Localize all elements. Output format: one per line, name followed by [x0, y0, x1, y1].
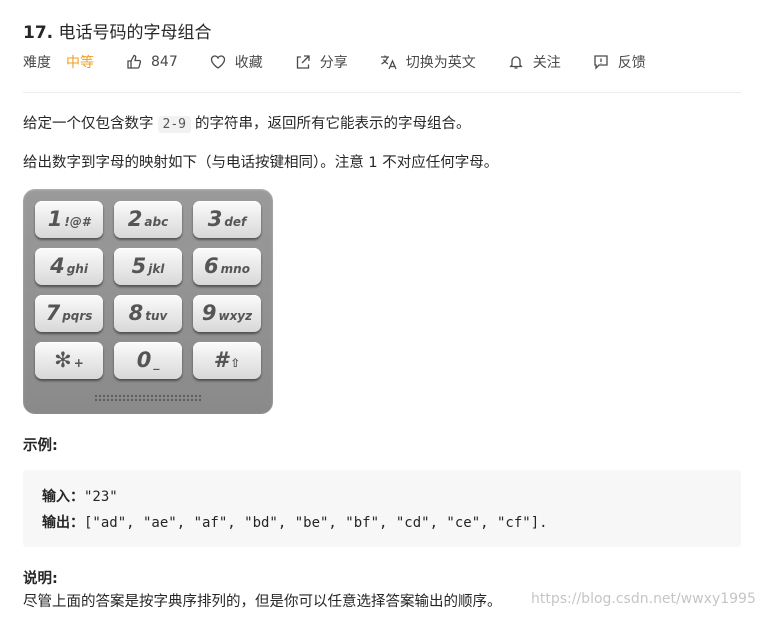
keypad-key-digit: 0: [136, 348, 152, 372]
keypad-key: ✻ +: [35, 342, 103, 379]
keypad-key-letters: def: [224, 215, 247, 229]
note-text: 尽管上面的答案是按字典序排列的，但是你可以任意选择答案输出的顺序。: [23, 594, 502, 610]
keypad-key-letters: jkl: [148, 262, 165, 276]
translate-icon: [380, 55, 397, 70]
like-button[interactable]: 847: [126, 54, 178, 70]
example-heading: 示例:: [23, 438, 58, 454]
example-output-line: 输出：["ad", "ae", "af", "bd", "be", "bf", …: [42, 512, 548, 532]
problem-number: 17.: [23, 23, 54, 43]
keypad-key: 6 mno: [193, 248, 261, 285]
keypad-key-digit: 8: [128, 301, 144, 325]
note-heading: 说明:: [23, 571, 58, 587]
keypad-key-digit: 1: [47, 207, 63, 231]
keypad-key: 9 wxyz: [193, 295, 261, 332]
keypad-key-letters: abc: [144, 215, 169, 229]
feedback-label: 反馈: [617, 55, 646, 71]
switch-language-label: 切换为英文: [405, 55, 476, 71]
watermark: https://blog.csdn.net/wwxy1995: [531, 591, 756, 607]
keypad-key-letters: +: [73, 356, 84, 370]
follow-button[interactable]: 关注: [508, 52, 561, 72]
phone-keypad-image: 1 !@# 2 abc 3 def 4 ghi 5 jkl 6 mno 7 pqrs 8 tuv 9 wxyz ✻ +…: [23, 189, 273, 414]
favorite-label: 收藏: [234, 55, 263, 71]
keypad-key-digit: 5: [131, 254, 147, 278]
header-divider: [23, 92, 741, 93]
keypad-key-digit: 2: [127, 207, 143, 231]
keypad-key-digit: 9: [201, 301, 217, 325]
keypad-key-letters: !@#: [64, 215, 91, 229]
difficulty-badge: 中等: [66, 55, 94, 71]
keypad-key-letters: wxyz: [218, 309, 253, 323]
example-output-value: ["ad", "ae", "af", "bd", "be", "bf", "cd…: [84, 515, 548, 531]
difficulty-label: 难度: [23, 55, 51, 71]
problem-page: 17. 电话号码的字母组合 难度 中等 847 收藏 分享 切换为英文 关注 反…: [0, 0, 761, 619]
switch-language-button[interactable]: 切换为英文: [380, 52, 476, 72]
keypad-key: 0 _: [114, 342, 182, 379]
problem-title-text: 电话号码的字母组合: [58, 23, 212, 43]
like-count: 847: [151, 54, 178, 70]
description-paragraph-2: 给出数字到字母的映射如下（与电话按键相同）。注意 1 不对应任何字母。: [23, 155, 499, 171]
keypad-key: # ⇧: [193, 342, 261, 379]
example-input-value: "23": [84, 489, 118, 505]
problem-title: 17. 电话号码的字母组合: [23, 18, 212, 43]
share-button[interactable]: 分享: [295, 52, 348, 72]
example-code-block: 输入："23" 输出：["ad", "ae", "af", "bd", "be"…: [23, 470, 741, 547]
keypad-key: 2 abc: [114, 201, 182, 238]
share-label: 分享: [319, 55, 348, 71]
bell-icon: [509, 56, 523, 69]
keypad-key-letters: ⇧: [230, 356, 241, 370]
keypad-key-letters: mno: [220, 262, 250, 276]
example-input-label: 输入：: [42, 489, 84, 505]
heart-icon: [210, 55, 225, 69]
feedback-button[interactable]: 反馈: [593, 52, 646, 72]
inline-code: 2-9: [157, 116, 191, 133]
example-input-line: 输入："23": [42, 486, 118, 506]
keypad-key-letters: ghi: [66, 262, 88, 276]
description-text: 的字符串，返回所有它能表示的字母组合。: [194, 116, 471, 132]
keypad-speaker-grille: [94, 394, 202, 402]
keypad-key: 8 tuv: [114, 295, 182, 332]
keypad-key: 7 pqrs: [35, 295, 103, 332]
keypad-key-digit: 4: [50, 254, 65, 278]
example-output-label: 输出：: [42, 515, 84, 531]
favorite-button[interactable]: 收藏: [210, 52, 263, 72]
keypad-key: 4 ghi: [35, 248, 103, 285]
keypad-key: 3 def: [193, 201, 261, 238]
follow-label: 关注: [532, 55, 561, 71]
problem-meta-bar: 难度 中等 847 收藏 分享 切换为英文 关注 反馈: [23, 50, 646, 74]
keypad-key-letters: tuv: [145, 309, 168, 323]
thumbs-up-icon: [127, 54, 142, 69]
keypad-key-digit: #: [213, 348, 229, 372]
share-icon: [296, 55, 310, 69]
feedback-icon: [594, 55, 608, 70]
keypad-key-digit: 3: [207, 207, 223, 231]
keypad-key-letters: pqrs: [62, 309, 93, 323]
keypad-key-digit: ✻: [54, 348, 72, 372]
keypad-key-digit: 6: [204, 254, 219, 278]
keypad-key-digit: 7: [45, 301, 61, 325]
description-paragraph-1: 给定一个仅包含数字 2-9 的字符串，返回所有它能表示的字母组合。: [23, 112, 470, 133]
description-text: 给定一个仅包含数字: [23, 116, 154, 132]
keypad-key: 5 jkl: [114, 248, 182, 285]
keypad-key-letters: _: [153, 356, 160, 370]
keypad-key: 1 !@#: [35, 201, 103, 238]
